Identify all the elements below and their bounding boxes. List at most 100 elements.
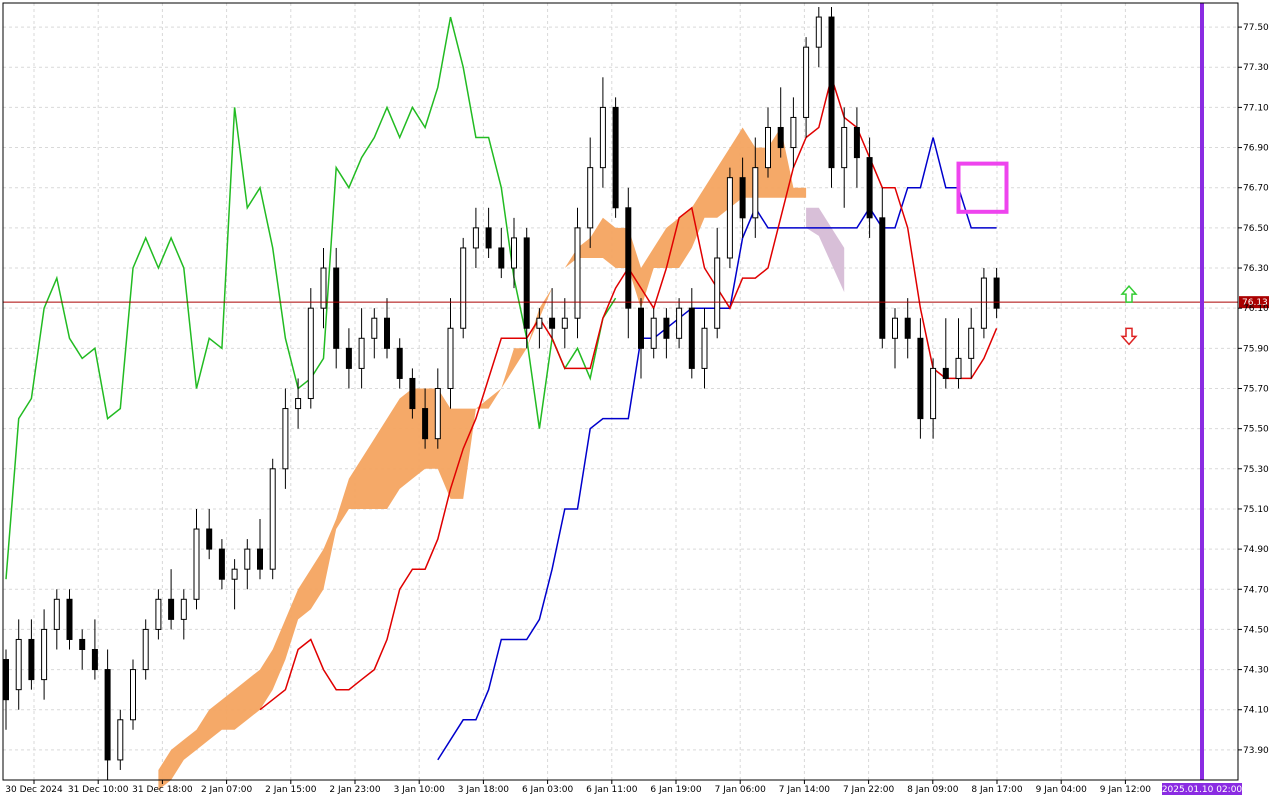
- candle-body-bear: [66, 598, 73, 640]
- candle-body-bull: [765, 126, 771, 169]
- x-tick-label: 6 Jan 03:00: [522, 785, 574, 795]
- y-tick-label: 76.70: [1243, 184, 1269, 194]
- candle: [269, 458, 276, 580]
- candle-body-bear: [91, 648, 98, 671]
- x-tick-label: 31 Dec 10:00: [68, 785, 129, 795]
- candle-body-bear: [345, 347, 352, 369]
- candle-body-bull: [650, 317, 657, 349]
- candle-body-bear: [206, 528, 213, 550]
- candle-body-bear: [218, 548, 225, 580]
- candle-body-bull: [244, 548, 251, 570]
- y-tick-label: 75.90: [1243, 344, 1269, 354]
- y-tick-label: 74.70: [1243, 585, 1269, 595]
- candle-body-bull: [307, 307, 314, 400]
- candle-body-bull: [587, 167, 594, 229]
- candle: [130, 659, 136, 730]
- candle-body-bear: [777, 126, 784, 149]
- y-tick-label: 74.90: [1243, 545, 1269, 555]
- y-tick-label: 74.30: [1243, 666, 1269, 676]
- candle-body-bull: [15, 638, 22, 691]
- candle: [980, 268, 987, 339]
- candle-body-bull: [358, 337, 365, 369]
- candle-body-bear: [384, 317, 390, 349]
- x-tick-label: 7 Jan 06:00: [715, 785, 767, 795]
- candle-body-bull: [676, 307, 683, 339]
- y-tick-label: 76.90: [1243, 144, 1269, 154]
- candle-body-bull: [841, 126, 848, 169]
- y-tick-label: 74.50: [1243, 625, 1269, 635]
- candle: [612, 97, 619, 218]
- y-tick-label: 75.50: [1243, 425, 1269, 435]
- candle-body-bear: [104, 669, 111, 761]
- candle-body-bull: [472, 227, 479, 249]
- candle-body-bear: [663, 317, 670, 339]
- candle-body-bull: [701, 327, 708, 369]
- x-tick-label: 9 Jan 12:00: [1100, 785, 1152, 795]
- candle-body-bull: [790, 116, 797, 149]
- candle-body-bull: [155, 598, 162, 630]
- candle-body-bull: [295, 398, 302, 410]
- candle-body-bull: [930, 367, 937, 420]
- candle-body-bull: [117, 719, 124, 761]
- x-tick-label: 31 Dec 18:00: [132, 785, 193, 795]
- candle-body-bull: [561, 317, 568, 329]
- candle-body-bull: [726, 177, 733, 259]
- candle-body-bull: [574, 227, 581, 319]
- candle-body-bull: [447, 327, 454, 389]
- candle-body-bear: [866, 157, 873, 219]
- candle: [726, 167, 733, 269]
- candle-body-bear: [498, 247, 505, 269]
- y-tick-label: 73.90: [1243, 746, 1269, 756]
- x-tick-label: 9 Jan 04:00: [1036, 785, 1088, 795]
- candle-body-bear: [333, 267, 340, 349]
- candle-body-bull: [130, 669, 136, 721]
- candle-body-bull: [193, 528, 200, 600]
- candle-body-bull: [53, 598, 60, 630]
- candle-body-bear: [942, 367, 949, 379]
- x-tick-label: 6 Jan 19:00: [650, 785, 702, 795]
- x-tick-label: 7 Jan 22:00: [843, 785, 895, 795]
- candle-body-bull: [599, 106, 606, 169]
- candle-body-bear: [904, 317, 911, 339]
- candle-body-bear: [409, 377, 416, 410]
- candle-body-bear: [523, 237, 530, 329]
- x-tick-label: 7 Jan 14:00: [779, 785, 831, 795]
- candle-body-bear: [853, 126, 860, 159]
- chart-area[interactable]: 76.13 2025.01.10 02:00 73.90 74.10 74.30 74.…: [0, 0, 1280, 800]
- candle-body-bull: [460, 247, 467, 329]
- candle-body-bear: [612, 106, 619, 209]
- candle-body-bull: [231, 568, 238, 580]
- candle: [828, 7, 835, 188]
- candle-body-bull: [511, 237, 517, 269]
- y-tick-label: 74.10: [1243, 706, 1269, 716]
- candle-body-bear: [28, 638, 35, 681]
- candle: [460, 237, 467, 339]
- candle-body-bull: [41, 628, 48, 681]
- x-tick-label: 2 Jan 15:00: [265, 785, 317, 795]
- candle-body-bull: [955, 357, 962, 379]
- candle-body-bull: [803, 46, 810, 118]
- candle-body-bull: [892, 317, 898, 339]
- y-tick-label: 77.50: [1243, 23, 1269, 33]
- candle-body-bear: [917, 337, 924, 420]
- candle-body-bear: [638, 307, 644, 349]
- x-tick-label: 30 Dec 2024: [5, 785, 63, 795]
- candle-body-bear: [993, 277, 1000, 309]
- candle-body-bull: [434, 387, 441, 440]
- ichimoku-price-chart[interactable]: 76.132025.01.10 02:00 73.9074.1074.3074.…: [0, 0, 1280, 800]
- candle-body-bear: [625, 207, 632, 309]
- candle-body-bull: [968, 327, 975, 359]
- x-tick-label: 2 Jan 07:00: [201, 785, 253, 795]
- candle-body-bull: [714, 257, 721, 329]
- candle-body-bull: [180, 598, 187, 620]
- candle-body-bear: [79, 638, 86, 650]
- candle-body-bull: [269, 468, 276, 570]
- y-tick-label: 77.30: [1243, 63, 1269, 73]
- candle-body-bear: [879, 217, 886, 339]
- y-tick-label: 76.10: [1243, 304, 1269, 314]
- y-tick-label: 77.10: [1243, 103, 1269, 113]
- x-tick-label: 3 Jan 18:00: [458, 785, 510, 795]
- y-tick-label: 76.30: [1243, 264, 1269, 274]
- candle-body-bear: [257, 548, 263, 570]
- x-tick-label: 2 Jan 23:00: [329, 785, 381, 795]
